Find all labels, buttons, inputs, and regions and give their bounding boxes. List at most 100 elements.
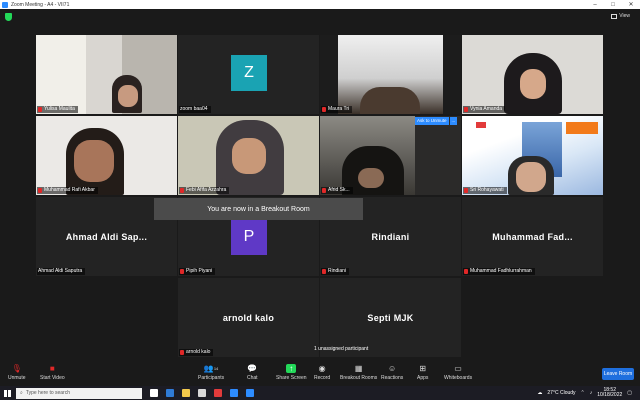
participant-tile[interactable]: Yulisa Maulita <box>36 35 177 114</box>
name-tag: zoom baa04 <box>179 106 211 113</box>
person-face <box>74 140 114 182</box>
participant-tile[interactable]: Sri Rohayawati <box>462 116 603 195</box>
avatar: P <box>231 219 267 255</box>
name-tag: Maura Tri <box>321 106 353 113</box>
window-controls: – □ ✕ <box>586 0 640 9</box>
notifications-icon[interactable]: ▢ <box>627 390 632 396</box>
person-figure <box>360 87 420 114</box>
security-shield-icon[interactable] <box>5 13 12 21</box>
mic-muted-icon <box>464 188 468 193</box>
participants-icon: 👥 14 <box>203 364 219 373</box>
leave-room-button[interactable]: Leave Room <box>602 368 634 380</box>
start-video-button[interactable]: ■ Start Video <box>40 364 65 381</box>
name-tag: Yulisa Maulita <box>37 106 78 113</box>
participant-tile[interactable]: arnold kalo arnold kalo <box>178 278 319 357</box>
view-label: View <box>619 13 630 19</box>
word-icon[interactable] <box>230 389 238 397</box>
mic-muted-icon <box>180 269 184 274</box>
participant-tile[interactable]: Vynia Amanda <box>462 35 603 114</box>
mic-muted-icon <box>464 107 468 112</box>
ask-to-unmute-button[interactable]: Ask to Unmute ... <box>415 117 458 125</box>
mic-muted-icon <box>180 350 184 355</box>
name-tag: Vynia Amanda <box>463 106 506 113</box>
weather-text[interactable]: 27°C Cloudy <box>547 390 575 396</box>
unassigned-participant-text[interactable]: 1 unassigned participant <box>314 346 368 352</box>
participant-display-name: arnold kalo <box>222 312 275 323</box>
person-face <box>232 138 266 174</box>
view-button[interactable]: View <box>611 13 630 19</box>
store-icon[interactable] <box>198 389 206 397</box>
edge-icon[interactable] <box>166 389 174 397</box>
banner-graphic <box>566 122 598 134</box>
file-explorer-icon[interactable] <box>182 389 190 397</box>
name-tag: Sri Rohayawati <box>463 187 507 194</box>
participants-button[interactable]: 👥 14 Participants <box>198 364 224 381</box>
participant-tile[interactable]: Z zoom baa04 <box>178 35 319 114</box>
whiteboards-button[interactable]: ▭ Whiteboards <box>444 364 472 381</box>
taskbar-search-box[interactable]: ⌕ Type here to search <box>16 387 142 399</box>
taskbar-apps <box>150 389 254 397</box>
windows-logo-icon <box>3 389 11 397</box>
windows-taskbar: ⌕ Type here to search ☁ 27°C Cloudy ⌃ ♪ … <box>0 386 640 400</box>
person-face <box>516 162 546 192</box>
meeting-top-strip: View <box>0 9 640 25</box>
task-view-icon[interactable] <box>150 389 158 397</box>
name-tag: arnold kalo <box>179 349 214 356</box>
mic-muted-icon <box>322 107 326 112</box>
mic-muted-icon <box>322 188 326 193</box>
clock[interactable]: 18:52 10/18/2022 <box>597 387 622 399</box>
name-tag: Rindiani <box>321 268 350 275</box>
chat-button[interactable]: 💬 Chat <box>247 364 258 381</box>
participant-tile[interactable]: Maura Tri <box>320 35 461 114</box>
meeting-toolbar: 🎙 Unmute ■ Start Video 👥 14 Participants … <box>0 362 640 386</box>
mic-muted-icon <box>180 188 184 193</box>
name-tag: Afrid Sk... <box>321 187 353 194</box>
record-button[interactable]: ◉ Record <box>314 364 330 381</box>
breakout-room-notice: You are now in a Breakout Room <box>154 198 363 220</box>
ask-to-unmute-label[interactable]: Ask to Unmute <box>415 117 449 125</box>
mic-muted-icon <box>38 188 42 193</box>
participant-tile[interactable]: Afrid Sk... <box>320 116 461 195</box>
participant-tile[interactable]: Febi Afifa Azzahra <box>178 116 319 195</box>
zoom-app-icon <box>2 1 8 8</box>
reactions-button[interactable]: ☺ Reactions <box>381 364 403 381</box>
more-options-icon[interactable]: ... <box>449 117 458 125</box>
share-screen-button[interactable]: ↑ Share Screen <box>276 364 307 381</box>
video-background <box>36 35 86 114</box>
breakout-rooms-button[interactable]: ▦ Breakout Rooms <box>340 364 377 381</box>
person-face <box>118 85 138 107</box>
record-icon: ◉ <box>318 364 326 373</box>
title-bar: Zoom Meeting - A4 - VII71 – □ ✕ <box>0 0 640 9</box>
video-off-icon: ■ <box>49 364 55 373</box>
name-tag: Muhammad Fadhlurrahman <box>463 268 535 275</box>
maximize-icon[interactable]: □ <box>604 0 622 9</box>
participant-display-name: Muhammad Fad... <box>492 231 573 242</box>
minimize-icon[interactable]: – <box>586 0 604 9</box>
participant-tile[interactable]: Muhammad Rafi Akbar <box>36 116 177 195</box>
name-tag: Febi Afifa Azzahra <box>179 187 230 194</box>
volume-icon[interactable]: ♪ <box>590 390 593 396</box>
share-screen-icon: ↑ <box>286 364 297 373</box>
mic-muted-icon <box>464 269 468 274</box>
zoom-icon[interactable] <box>246 389 254 397</box>
mic-muted-icon <box>322 269 326 274</box>
whiteboard-icon: ▭ <box>454 364 462 373</box>
weather-icon: ☁ <box>537 390 543 396</box>
name-tag: Muhammad Rafi Akbar <box>37 187 98 194</box>
avatar: Z <box>231 55 267 91</box>
mic-muted-icon <box>38 107 42 112</box>
window-title: Zoom Meeting - A4 - VII71 <box>11 1 70 8</box>
network-icon[interactable]: ⌃ <box>581 390 585 396</box>
unmute-button[interactable]: 🎙 Unmute <box>8 364 26 381</box>
reactions-icon: ☺ <box>388 364 397 373</box>
participant-tile[interactable]: Muhammad Fad... Muhammad Fadhlurrahman <box>462 197 603 276</box>
start-button[interactable] <box>0 386 14 400</box>
logo-graphic <box>476 122 486 128</box>
close-icon[interactable]: ✕ <box>622 0 640 9</box>
apps-icon: ⊞ <box>419 364 427 373</box>
chrome-icon[interactable] <box>214 389 222 397</box>
person-face <box>520 69 546 99</box>
apps-button[interactable]: ⊞ Apps <box>417 364 428 381</box>
person-face <box>358 168 384 188</box>
grid-icon <box>611 13 618 19</box>
